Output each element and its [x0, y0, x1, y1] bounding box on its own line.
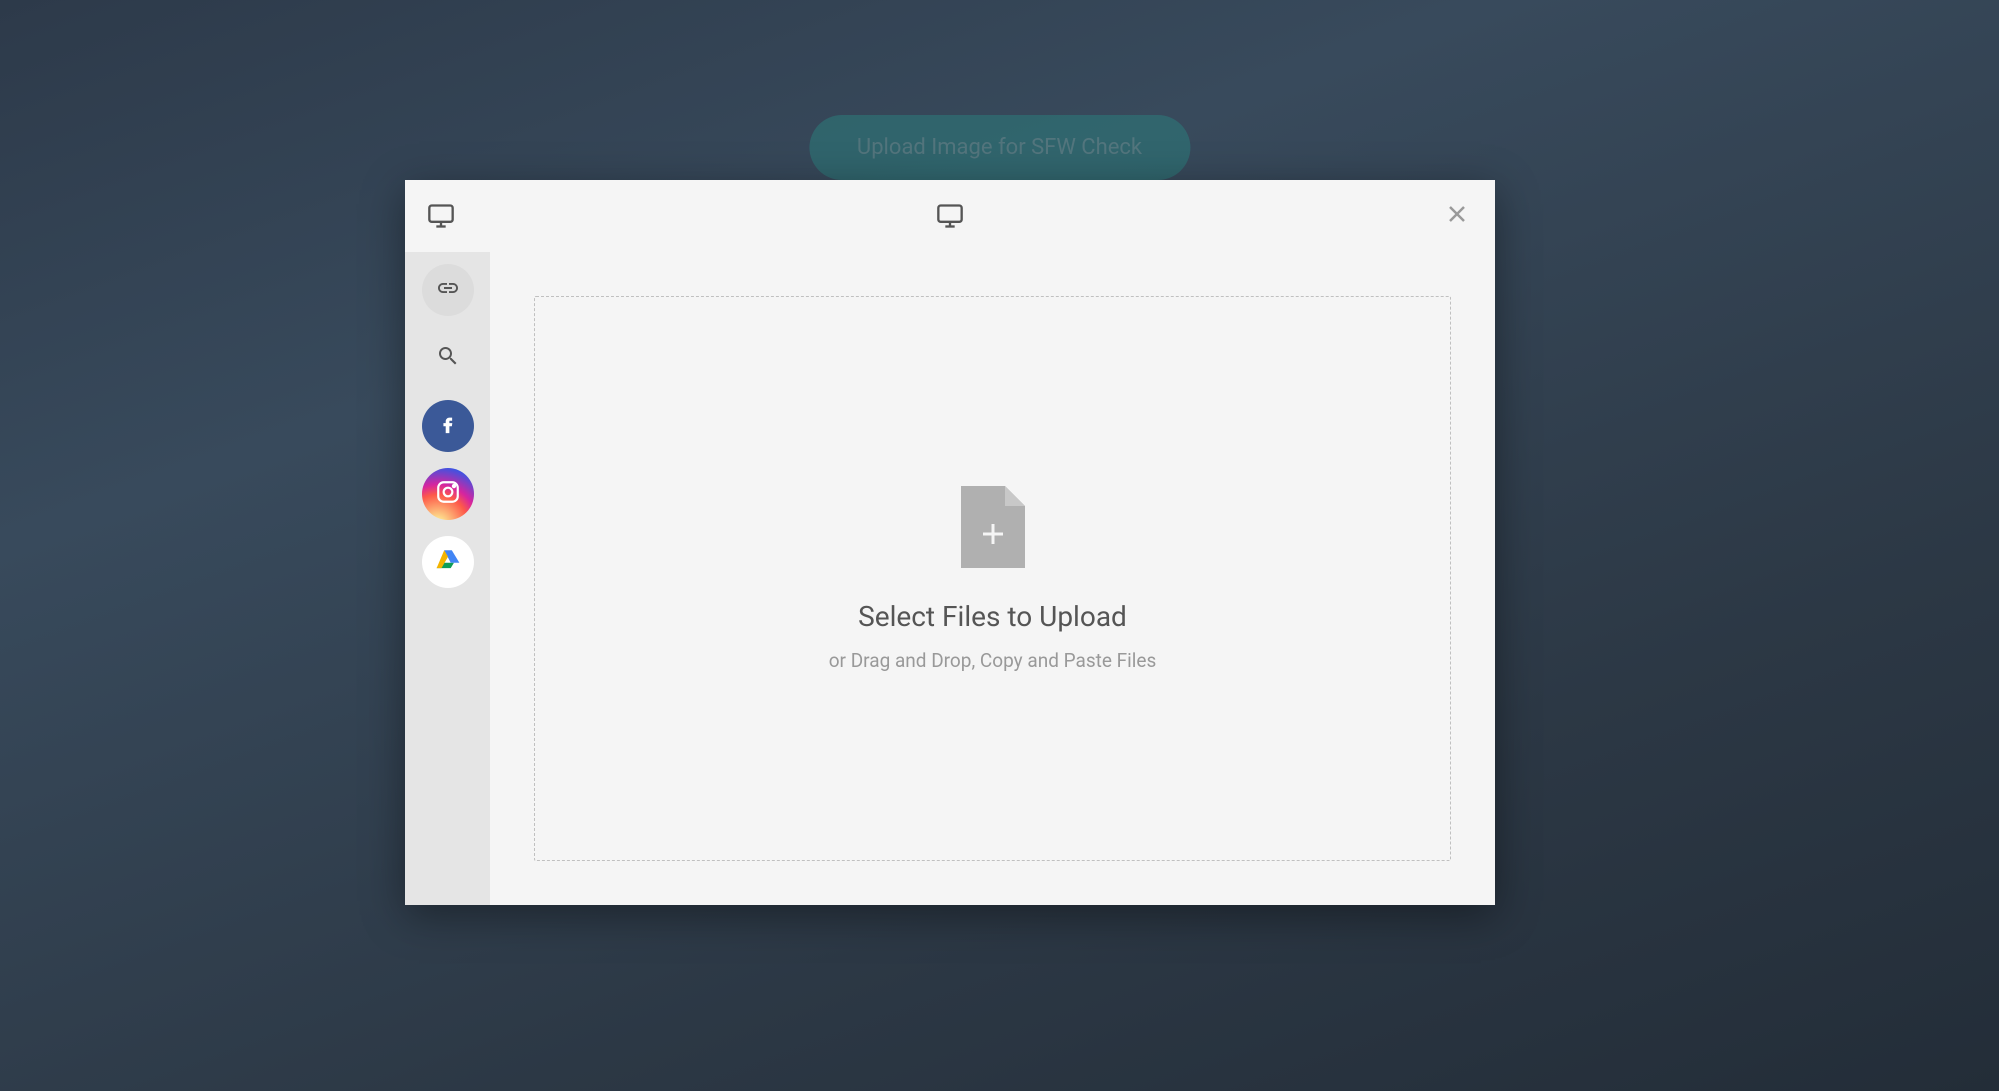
dropzone-title: Select Files to Upload [858, 600, 1127, 633]
sidebar-item-facebook[interactable] [422, 400, 474, 452]
file-add-icon [961, 486, 1025, 572]
google-drive-icon [435, 547, 461, 577]
source-sidebar [405, 252, 490, 905]
device-icon-center [936, 202, 964, 234]
backdrop-upload-button: Upload Image for SFW Check [809, 115, 1190, 180]
sidebar-item-link[interactable] [422, 264, 474, 316]
link-icon [436, 276, 460, 304]
main-area: Select Files to Upload or Drag and Drop,… [490, 252, 1495, 905]
sidebar-item-search[interactable] [422, 332, 474, 384]
facebook-icon [437, 413, 459, 439]
backdrop-upload-label: Upload Image for SFW Check [857, 135, 1142, 160]
close-icon [1445, 202, 1469, 230]
sidebar-item-google-drive[interactable] [422, 536, 474, 588]
dropzone-subtitle: or Drag and Drop, Copy and Paste Files [829, 649, 1157, 672]
device-icon-left[interactable] [427, 202, 455, 234]
upload-dialog: Select Files to Upload or Drag and Drop,… [405, 180, 1495, 905]
dialog-body: Select Files to Upload or Drag and Drop,… [405, 252, 1495, 905]
search-icon [436, 344, 460, 372]
close-button[interactable] [1439, 198, 1475, 234]
sidebar-item-instagram[interactable] [422, 468, 474, 520]
file-dropzone[interactable]: Select Files to Upload or Drag and Drop,… [534, 296, 1451, 861]
dialog-header [405, 180, 1495, 252]
instagram-icon [435, 479, 461, 509]
